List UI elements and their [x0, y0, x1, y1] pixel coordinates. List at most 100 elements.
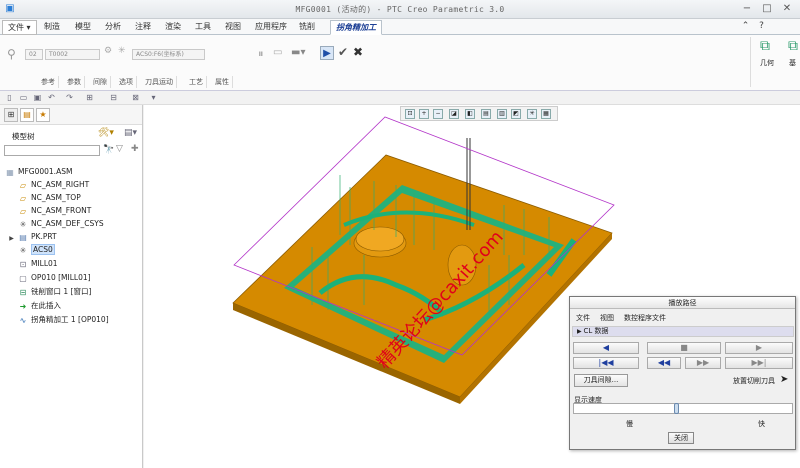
help-icon[interactable]: ?	[756, 21, 767, 32]
stop-button[interactable]: ■	[647, 342, 721, 354]
add-icon[interactable]: ✚	[131, 144, 139, 154]
place-cutting-tool-label: 放置切削刀具	[733, 377, 775, 385]
dialog-menu-nc-file[interactable]: 数控程序文件	[624, 313, 666, 323]
tree-item-mill-window[interactable]: ⊟ 铣削窗口 1 [窗口]	[18, 285, 92, 298]
tab-file[interactable]: 文件 ▾	[2, 20, 37, 35]
display-dropdown-icon[interactable]: ▬▾	[291, 47, 305, 58]
open-icon[interactable]: ▭	[18, 92, 29, 103]
tab-view[interactable]: 视图	[220, 20, 246, 35]
mill-window-icon: ⊟	[19, 288, 27, 297]
navigator-tabs: ⊞ ▤ ★	[0, 105, 142, 125]
quick-access-toolbar: ▯ ▭ ▣ ↶ ↷ ⊞ ⊟ ⊠ ▾	[0, 91, 800, 105]
play-forward-button[interactable]: ▶	[725, 342, 793, 354]
play-path-dialog: 播放路径 文件 视图 数控程序文件 ▶ CL 数据 ◀ ■ ▶ |◀◀ ◀◀ ▶…	[569, 296, 796, 450]
geometry-label[interactable]: 几何	[760, 58, 774, 68]
subtab-tool-motions[interactable]: 刀具运动	[142, 76, 177, 88]
tool-number-field[interactable]: 02	[25, 49, 43, 60]
tree-item-asm-right[interactable]: ▱ NC_ASM_RIGHT	[18, 178, 89, 191]
cl-data-expander[interactable]: ▶ CL 数据	[572, 326, 794, 337]
settings-icon[interactable]: ⚙	[104, 46, 112, 56]
collapse-ribbon-icon[interactable]: ⌃	[740, 21, 751, 32]
base-icon[interactable]: ⧉	[788, 38, 798, 54]
find-icon[interactable]: 🔭	[103, 145, 114, 155]
close-icon[interactable]: ⊠	[130, 92, 141, 103]
tab-applications[interactable]: 应用程序	[250, 20, 292, 35]
tree-search-input[interactable]	[4, 145, 100, 156]
fast-label: 快	[758, 420, 765, 428]
speed-slider-handle[interactable]	[674, 403, 679, 414]
favorites-tab-icon[interactable]: ★	[36, 108, 50, 122]
tool-clearance-button[interactable]: 刀具间隙...	[574, 374, 628, 387]
tree-settings-icon[interactable]: 🛠▾	[98, 128, 114, 138]
coordinate-system-field[interactable]: ACS0:F6(坐标系)	[132, 49, 205, 60]
csys-icon: ✳	[19, 220, 27, 229]
filter-icon[interactable]: ▽	[116, 144, 123, 154]
insert-arrow-icon: ➜	[19, 302, 27, 311]
csys-icon: ✳	[118, 46, 126, 56]
maximize-button[interactable]: □	[760, 3, 774, 15]
tab-corner-finishing[interactable]: 拐角精加工	[330, 20, 382, 35]
tab-annotate[interactable]: 注释	[130, 20, 156, 35]
tab-model[interactable]: 模型	[70, 20, 96, 35]
step-forward-button[interactable]: ▶▶	[685, 357, 721, 369]
play-backward-button[interactable]: ◀	[573, 342, 639, 354]
tree-header: 模型树 🛠▾ ▤▾	[0, 125, 142, 143]
folder-browser-tab-icon[interactable]: ▤	[20, 108, 34, 122]
redo-icon[interactable]: ↷	[64, 92, 75, 103]
csys-icon: ✳	[19, 246, 27, 255]
confirm-icon[interactable]: ✔	[338, 45, 348, 59]
subtab-properties[interactable]: 属性	[212, 76, 233, 88]
tree-item-op010[interactable]: ▢ OP010 [MILL01]	[18, 271, 90, 284]
dialog-menu-file[interactable]: 文件	[576, 313, 590, 323]
tab-render[interactable]: 渲染	[160, 20, 186, 35]
pause-icon[interactable]: ⏸	[258, 47, 264, 61]
expand-arrow-icon[interactable]: ▶	[8, 234, 15, 244]
rewind-start-button[interactable]: |◀◀	[573, 357, 639, 369]
tree-item-insert-here[interactable]: ➜ 在此插入	[18, 299, 61, 312]
fast-forward-end-button[interactable]: ▶▶|	[725, 357, 793, 369]
ribbon-panel: ⚲ 02 T0002 ⚙ ✳ ACS0:F6(坐标系) ⏸ ▭ ▬▾ ▶ ✔ ✖…	[0, 35, 800, 91]
cancel-icon[interactable]: ✖	[353, 45, 363, 59]
step-backward-button[interactable]: ◀◀	[647, 357, 681, 369]
show-icon[interactable]: ▤▾	[124, 128, 137, 138]
title-bar: ▣ MFG0001 (活动的) - PTC Creo Parametric 3.…	[0, 0, 800, 19]
model-tree-panel: ⊞ ▤ ★ 模型树 🛠▾ ▤▾ 🔭 ▽ ✚ ▦ MFG0001.ASM ▱ NC_A…	[0, 105, 143, 468]
datum-plane-icon: ▱	[19, 194, 27, 203]
minimize-button[interactable]: −	[740, 3, 754, 15]
base-label[interactable]: 基	[789, 58, 796, 68]
tab-tools[interactable]: 工具	[190, 20, 216, 35]
windows-icon[interactable]: ⊟	[108, 92, 119, 103]
display-speed-slider[interactable]	[573, 403, 793, 414]
geometry-icon[interactable]: ⧉	[760, 38, 770, 54]
window-title: MFG0001 (活动的) - PTC Creo Parametric 3.0	[295, 5, 505, 14]
toolpath-icon: ∿	[19, 316, 27, 325]
tab-milling[interactable]: 铣削	[294, 20, 320, 35]
subtab-parameters[interactable]: 参数	[64, 76, 85, 88]
save-icon[interactable]: ▣	[32, 92, 43, 103]
subtab-references[interactable]: 参考	[38, 76, 59, 88]
tree-item-asm-top[interactable]: ▱ NC_ASM_TOP	[18, 191, 81, 204]
tree-item-assembly[interactable]: ▦ MFG0001.ASM	[5, 165, 72, 178]
new-icon[interactable]: ▯	[4, 92, 15, 103]
tool-name-field[interactable]: T0002	[45, 49, 100, 60]
tree-item-mill01[interactable]: ⊡ MILL01	[18, 257, 58, 270]
dialog-menu-view[interactable]: 视图	[600, 313, 614, 323]
close-window-button[interactable]: ✕	[780, 3, 794, 15]
close-dialog-button[interactable]: 关闭	[668, 432, 694, 444]
undo-icon[interactable]: ↶	[46, 92, 57, 103]
model-tree-tab-icon[interactable]: ⊞	[4, 108, 18, 122]
tree-item-pk-prt[interactable]: ▶ ▤ PK.PRT	[8, 230, 56, 244]
regenerate-icon[interactable]: ⊞	[84, 92, 95, 103]
play-preview-icon[interactable]: ▭	[273, 47, 282, 58]
tree-item-asm-front[interactable]: ▱ NC_ASM_FRONT	[18, 204, 91, 217]
tab-analysis[interactable]: 分析	[100, 20, 126, 35]
subtab-process[interactable]: 工艺	[186, 76, 207, 88]
customize-icon[interactable]: ▾	[148, 92, 159, 103]
resume-icon[interactable]: ▶	[320, 46, 334, 60]
tree-item-acs0[interactable]: ✳ ACS0	[18, 243, 55, 256]
tree-item-asm-def-csys[interactable]: ✳ NC_ASM_DEF_CSYS	[18, 217, 104, 230]
subtab-options[interactable]: 选项	[116, 76, 137, 88]
tab-manufacture[interactable]: 制造	[39, 20, 65, 35]
subtab-clearance[interactable]: 间隙	[90, 76, 111, 88]
tree-item-corner-finishing[interactable]: ∿ 拐角精加工 1 [OP010]	[18, 313, 109, 326]
